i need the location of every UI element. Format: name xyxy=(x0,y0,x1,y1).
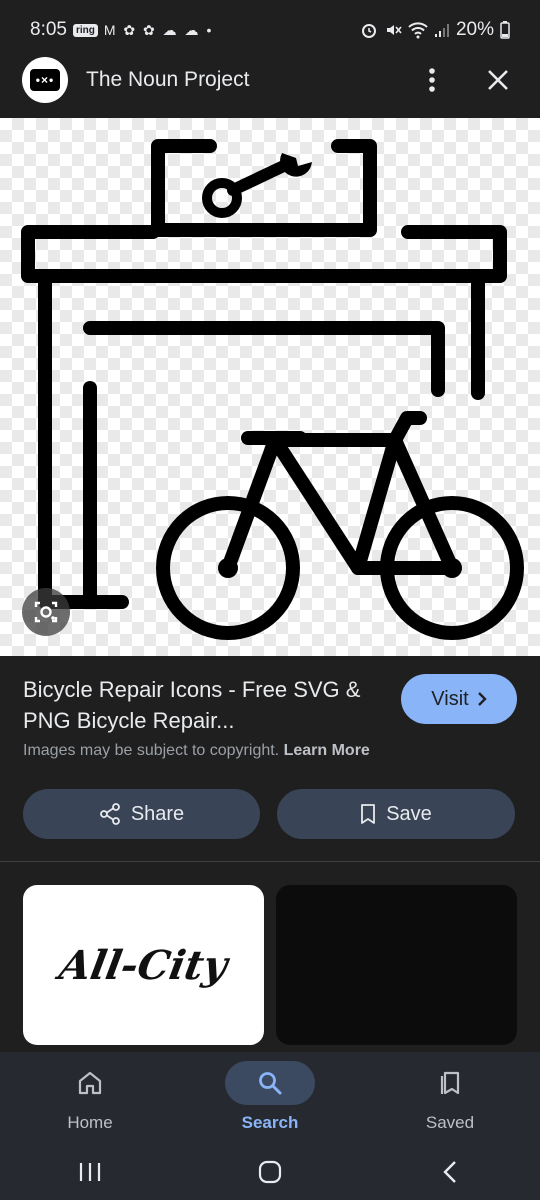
chevron-right-icon xyxy=(477,692,487,706)
nav-icon-wrap xyxy=(225,1061,315,1105)
close-icon xyxy=(488,70,508,90)
status-time: 8:05 xyxy=(30,19,67,40)
bicycle-repair-illustration xyxy=(21,139,524,640)
lens-camera-icon xyxy=(34,601,58,623)
save-label: Save xyxy=(386,802,432,825)
result-title[interactable]: Bicycle Repair Icons - Free SVG & PNG Bi… xyxy=(23,674,373,736)
status-left: 8:05 ring M ✿ ✿ ☁ ☁ • xyxy=(30,19,213,41)
recents-button[interactable] xyxy=(60,1161,120,1183)
search-icon xyxy=(259,1072,282,1095)
copyright-notice: Images may be subject to copyright. Lear… xyxy=(23,742,370,760)
more-vert-icon xyxy=(429,68,435,92)
more-options-button[interactable] xyxy=(412,60,452,100)
visit-label: Visit xyxy=(431,687,469,710)
home-system-button[interactable] xyxy=(240,1160,300,1184)
save-button[interactable]: Save xyxy=(277,789,515,839)
nav-icon-wrap xyxy=(405,1061,495,1105)
lens-search-button[interactable] xyxy=(22,588,70,636)
share-label: Share xyxy=(130,802,185,825)
recents-icon xyxy=(79,1163,101,1181)
viewer-header: •×• The Noun Project xyxy=(0,44,540,116)
site-name[interactable]: The Noun Project xyxy=(86,68,412,92)
nav-saved[interactable]: Saved xyxy=(360,1052,540,1144)
mute-icon xyxy=(386,25,402,35)
copyright-text: Images may be subject to copyright. xyxy=(23,742,280,759)
nav-icon-wrap xyxy=(45,1061,135,1105)
share-icon xyxy=(99,803,120,825)
nav-home[interactable]: Home xyxy=(0,1052,180,1144)
back-button[interactable] xyxy=(420,1160,480,1184)
nav-label: Search xyxy=(241,1113,299,1132)
bookmark-icon xyxy=(361,804,376,824)
nav-label: Saved xyxy=(425,1113,475,1132)
visit-button[interactable]: Visit xyxy=(401,674,517,724)
related-result-thumbnail[interactable] xyxy=(276,885,517,1045)
all-city-logo-text: All-City xyxy=(55,941,232,989)
home-circle-icon xyxy=(258,1160,282,1184)
bottom-navigation: Home Search Saved xyxy=(0,1052,540,1144)
result-image[interactable] xyxy=(0,118,540,656)
noun-project-logo-icon: •×• xyxy=(30,69,60,91)
bookmarks-icon xyxy=(440,1071,460,1095)
learn-more-link[interactable]: Learn More xyxy=(284,742,370,759)
status-right: 20% xyxy=(360,19,510,41)
close-button[interactable] xyxy=(478,60,518,100)
nav-search[interactable]: Search xyxy=(180,1052,360,1144)
alarm-icon xyxy=(361,24,376,38)
back-icon xyxy=(443,1161,456,1183)
wifi-icon xyxy=(408,22,428,39)
nav-label: Home xyxy=(67,1113,113,1132)
divider xyxy=(0,861,540,862)
share-button[interactable]: Share xyxy=(23,789,260,839)
system-navigation-bar xyxy=(0,1144,540,1200)
notification-icons: M ✿ ✿ ☁ ☁ • xyxy=(103,21,214,38)
signal-icon xyxy=(434,24,449,37)
related-result-thumbnail[interactable]: All-City xyxy=(23,885,264,1045)
site-logo[interactable]: •×• xyxy=(22,57,68,103)
battery-percent: 20% xyxy=(455,19,494,40)
home-icon xyxy=(78,1071,102,1095)
ring-notification-icon: ring xyxy=(72,23,98,37)
battery-icon xyxy=(500,21,510,39)
